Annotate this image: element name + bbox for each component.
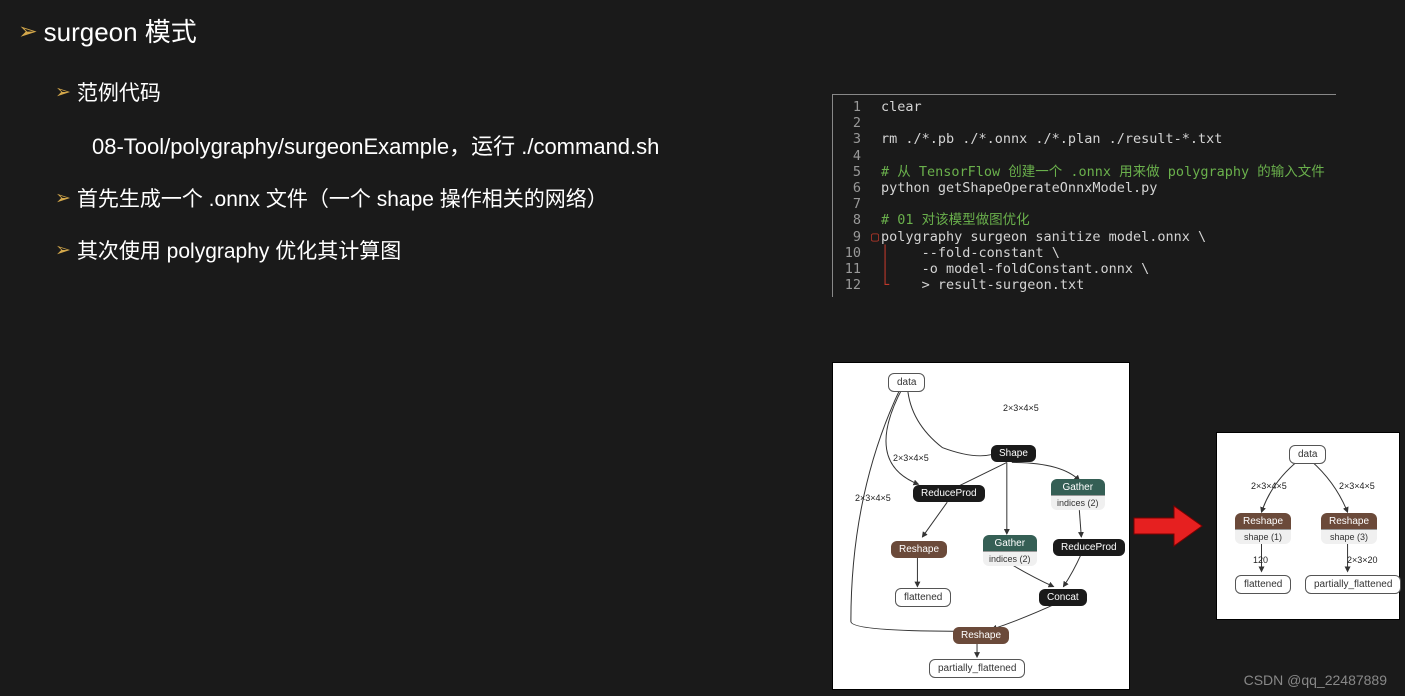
node-data: data	[888, 373, 925, 392]
node-reshape: Reshape shape (1)	[1235, 513, 1291, 541]
code-line: 6 python getShapeOperateOnnxModel.py	[833, 180, 1336, 196]
code-line: 11 │ -o model-foldConstant.onnx \	[833, 261, 1336, 277]
bullet-3-label: 其次使用 polygraphy 优化其计算图	[77, 235, 401, 265]
code-line: 4	[833, 148, 1336, 164]
node-reshape: Reshape	[953, 627, 1009, 644]
bullet-icon: ➢	[18, 17, 38, 45]
watermark: CSDN @qq_22487889	[1244, 672, 1387, 688]
node-data: data	[1289, 445, 1326, 464]
bullet-icon: ➢	[55, 239, 71, 262]
code-line: 7	[833, 196, 1336, 212]
node-gather: Gather indices (2)	[1051, 479, 1105, 507]
node-reduceprod: ReduceProd	[1053, 539, 1125, 556]
code-line: 8 # 01 对该模型做图优化	[833, 212, 1336, 228]
arrow-icon	[1132, 504, 1204, 548]
fold-icon: ▢	[871, 229, 881, 245]
node-reshape: Reshape shape (3)	[1321, 513, 1377, 541]
bullet-icon: ➢	[55, 81, 71, 104]
bullet-2-label: 首先生成一个 .onnx 文件（一个 shape 操作相关的网络）	[77, 183, 608, 213]
node-flattened: flattened	[895, 588, 951, 607]
code-line: 12 └ > result-surgeon.txt	[833, 277, 1336, 293]
node-reshape: Reshape	[891, 541, 947, 558]
code-line: 2	[833, 115, 1336, 131]
edge-label: 2×3×20	[1347, 555, 1378, 565]
code-line: 5 # 从 TensorFlow 创建一个 .onnx 用来做 polygrap…	[833, 164, 1336, 180]
bullet-icon: ➢	[55, 187, 71, 210]
graph-before: data 2×3×4×5 2×3×4×5 2×3×4×5 Shape Reduc…	[832, 362, 1130, 690]
node-pflat: partially_flattened	[1305, 575, 1401, 594]
edge-label: 2×3×4×5	[893, 453, 929, 463]
slide-title: ➢ surgeon 模式	[0, 0, 1405, 49]
node-shape: Shape	[991, 445, 1036, 462]
node-flattened: flattened	[1235, 575, 1291, 594]
code-line: 9▢polygraphy surgeon sanitize model.onnx…	[833, 229, 1336, 245]
edge-label: 2×3×4×5	[1003, 403, 1039, 413]
edge-label: 120	[1253, 555, 1268, 565]
code-line: 1 clear	[833, 99, 1336, 115]
node-pflat: partially_flattened	[929, 659, 1025, 678]
node-gather: Gather indices (2)	[983, 535, 1037, 563]
edge-label: 2×3×4×5	[1339, 481, 1375, 491]
edge-label: 2×3×4×5	[1251, 481, 1287, 491]
diagram-area: data 2×3×4×5 2×3×4×5 2×3×4×5 Shape Reduc…	[832, 362, 1400, 690]
code-line: 3 rm ./*.pb ./*.onnx ./*.plan ./result-*…	[833, 131, 1336, 147]
node-concat: Concat	[1039, 589, 1087, 606]
code-line: 10 │ --fold-constant \	[833, 245, 1336, 261]
title-text: surgeon 模式	[44, 12, 197, 49]
node-reduceprod: ReduceProd	[913, 485, 985, 502]
bullet-1-label: 范例代码	[77, 77, 161, 107]
graph-after: data 2×3×4×5 2×3×4×5 Reshape shape (1) R…	[1216, 432, 1400, 620]
edge-label: 2×3×4×5	[855, 493, 891, 503]
code-panel: 1 clear 2 3 rm ./*.pb ./*.onnx ./*.plan …	[832, 94, 1336, 297]
